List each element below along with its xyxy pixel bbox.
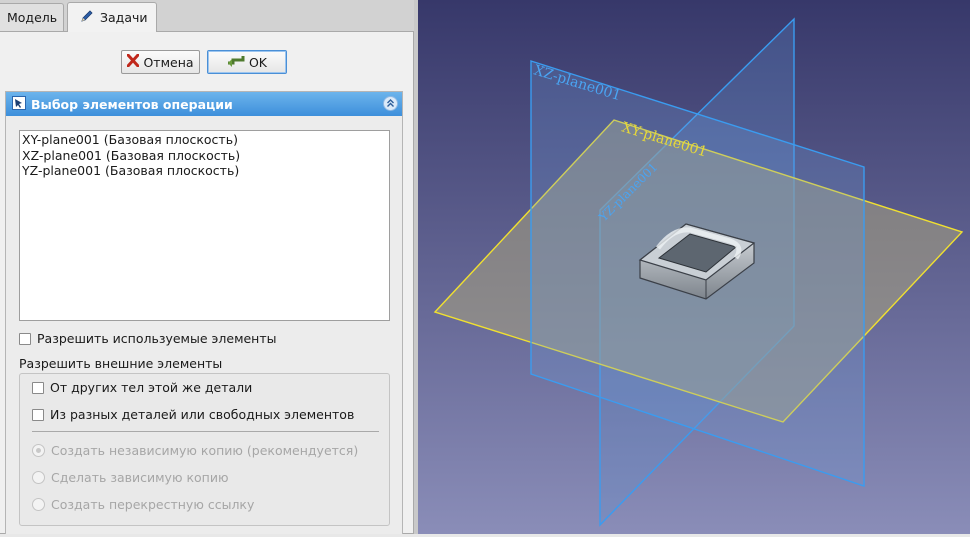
other-parts-checkbox[interactable] (32, 408, 44, 421)
independent-copy-label: Создать независимую копию (рекомендуется… (51, 443, 359, 458)
task-box-header: Выбор элементов операции (6, 92, 402, 116)
radio-dependent-copy: Сделать зависимую копию (32, 470, 228, 485)
same-part-checkbox[interactable] (32, 381, 44, 394)
list-item[interactable]: YZ-plane001 (Базовая плоскость) (22, 163, 387, 179)
selected-elements-list[interactable]: XY-plane001 (Базовая плоскость) XZ-plane… (19, 130, 390, 321)
selection-task-box: Выбор элементов операции XY-plane001 (Ба… (5, 91, 403, 534)
list-item[interactable]: XZ-plane001 (Базовая плоскость) (22, 148, 387, 164)
cross-reference-radio (32, 498, 45, 511)
3d-viewport[interactable]: XZ-plane001 XY-plane001 YZ-plane001 (418, 0, 970, 534)
same-part-label: От других тел этой же детали (50, 380, 253, 395)
external-elements-group: От других тел этой же детали Из разных д… (19, 373, 390, 526)
ok-icon (227, 54, 245, 71)
task-box-title: Выбор элементов операции (31, 96, 233, 112)
independent-copy-radio (32, 444, 45, 457)
group-divider (32, 431, 379, 432)
allow-used-checkbox[interactable] (19, 332, 31, 345)
pencil-icon (80, 9, 94, 26)
tab-model[interactable]: Модель (0, 3, 64, 31)
cancel-icon (126, 53, 140, 70)
same-part-row[interactable]: От других тел этой же детали (32, 380, 252, 395)
allow-used-label: Разрешить используемые элементы (37, 331, 277, 346)
cancel-button-label: Отмена (143, 54, 194, 70)
cancel-button[interactable]: Отмена (121, 50, 200, 74)
tab-model-label: Модель (7, 10, 58, 25)
other-parts-label: Из разных деталей или свободных элементо… (50, 407, 355, 422)
list-item[interactable]: XY-plane001 (Базовая плоскость) (22, 132, 387, 148)
task-panel-area: Модель Задачи Отмена OK Выбор элементов … (0, 0, 418, 534)
allow-used-row[interactable]: Разрешить используемые элементы (19, 331, 277, 346)
radio-cross-reference: Создать перекрестную ссылку (32, 497, 254, 512)
ok-button[interactable]: OK (207, 50, 287, 74)
3d-scene[interactable]: XZ-plane001 XY-plane001 YZ-plane001 (418, 0, 970, 534)
tab-tasks[interactable]: Задачи (67, 2, 157, 32)
radio-independent-copy: Создать независимую копию (рекомендуется… (32, 443, 358, 458)
cross-reference-label: Создать перекрестную ссылку (51, 497, 255, 512)
allow-external-label: Разрешить внешние элементы (19, 356, 223, 371)
tab-bar: Модель Задачи (0, 0, 418, 32)
tab-tasks-label: Задачи (100, 10, 148, 25)
select-arrow-icon (12, 95, 26, 113)
dependent-copy-radio (32, 471, 45, 484)
dependent-copy-label: Сделать зависимую копию (51, 470, 229, 485)
ok-button-label: OK (248, 54, 268, 70)
collapse-icon[interactable] (383, 96, 398, 111)
allow-external-heading: Разрешить внешние элементы (19, 356, 222, 371)
other-parts-row[interactable]: Из разных деталей или свободных элементо… (32, 407, 354, 422)
